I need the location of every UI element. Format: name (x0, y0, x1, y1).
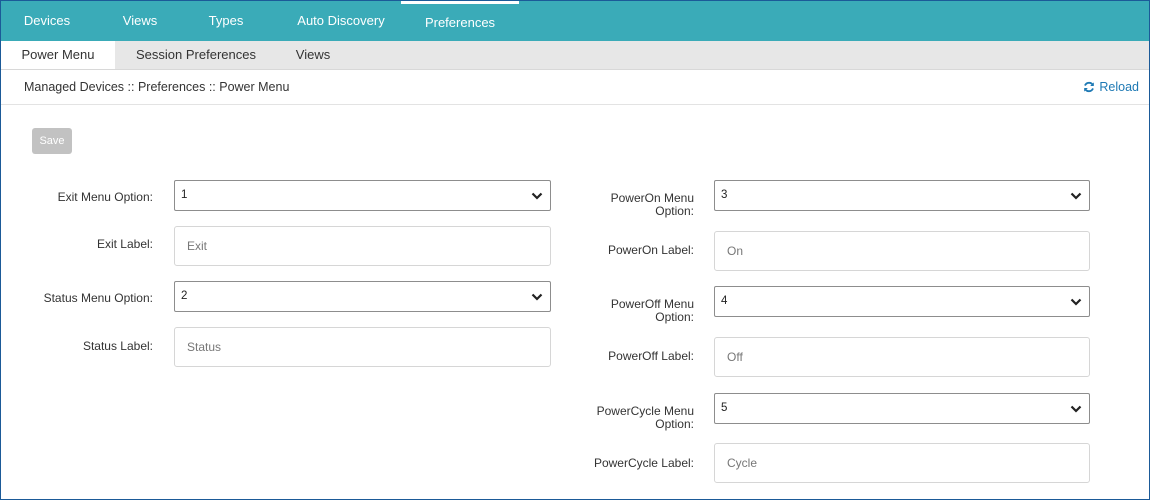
sub-nav: Power Menu Session Preferences Views (1, 41, 1149, 70)
reload-label: Reload (1099, 80, 1139, 94)
poweron-label-label: PowerOn Label: (607, 243, 694, 257)
chevron-down-icon (531, 192, 543, 200)
tab-views[interactable]: Views (111, 1, 169, 41)
save-button[interactable]: Save (32, 128, 72, 154)
subtab-power-menu[interactable]: Power Menu (1, 41, 115, 69)
powercycle-menu-option-label-line2: Option: (655, 417, 694, 431)
chevron-down-icon (1070, 405, 1082, 413)
breadcrumb-bar: Managed Devices :: Preferences :: Power … (1, 70, 1149, 105)
top-nav: Devices Views Types Auto Discovery Prefe… (1, 1, 1149, 41)
reload-icon (1084, 81, 1095, 93)
tab-preferences[interactable]: Preferences (401, 1, 519, 44)
exit-label-label: Exit Label: (96, 237, 153, 251)
poweron-menu-option-select[interactable]: 3 (714, 180, 1090, 211)
subtab-views[interactable]: Views (277, 41, 349, 69)
poweroff-menu-option-label: PowerOff Menu Option: (580, 298, 694, 324)
poweron-menu-option-label-line2: Option: (655, 204, 694, 218)
tab-devices[interactable]: Devices (13, 1, 81, 41)
tab-auto-discovery[interactable]: Auto Discovery (281, 1, 401, 41)
chevron-down-icon (1070, 298, 1082, 306)
poweron-label-field[interactable] (714, 231, 1090, 271)
exit-menu-option-select[interactable]: 1 (174, 180, 551, 211)
chevron-down-icon (1070, 192, 1082, 200)
tab-types[interactable]: Types (197, 1, 255, 41)
poweroff-menu-option-select[interactable]: 4 (714, 286, 1090, 317)
poweroff-menu-option-label-line2: Option: (655, 310, 694, 324)
status-label-field[interactable] (174, 327, 551, 367)
exit-label-field[interactable] (174, 226, 551, 266)
powercycle-menu-option-select[interactable]: 5 (714, 393, 1090, 424)
status-menu-option-select[interactable]: 2 (174, 281, 551, 312)
poweroff-label-label: PowerOff Label: (608, 349, 694, 363)
powercycle-label-label: PowerCycle Label: (593, 456, 694, 470)
poweroff-menu-option-value: 4 (721, 295, 728, 307)
subtab-session-preferences[interactable]: Session Preferences (127, 41, 265, 69)
poweron-menu-option-label: PowerOn Menu Option: (580, 192, 694, 218)
status-menu-option-label: Status Menu Option: (43, 291, 153, 305)
reload-button[interactable]: Reload (1083, 70, 1139, 104)
exit-menu-option-label: Exit Menu Option: (57, 190, 153, 204)
poweron-menu-option-value: 3 (721, 189, 728, 201)
status-menu-option-value: 2 (181, 290, 188, 302)
breadcrumb: Managed Devices :: Preferences :: Power … (24, 80, 290, 94)
status-label-label: Status Label: (82, 339, 153, 353)
powercycle-menu-option-label: PowerCycle Menu Option: (570, 405, 694, 431)
powercycle-label-field[interactable] (714, 443, 1090, 483)
chevron-down-icon (531, 293, 543, 301)
powercycle-menu-option-value: 5 (721, 402, 728, 414)
poweroff-label-field[interactable] (714, 337, 1090, 377)
exit-menu-option-value: 1 (181, 189, 188, 201)
